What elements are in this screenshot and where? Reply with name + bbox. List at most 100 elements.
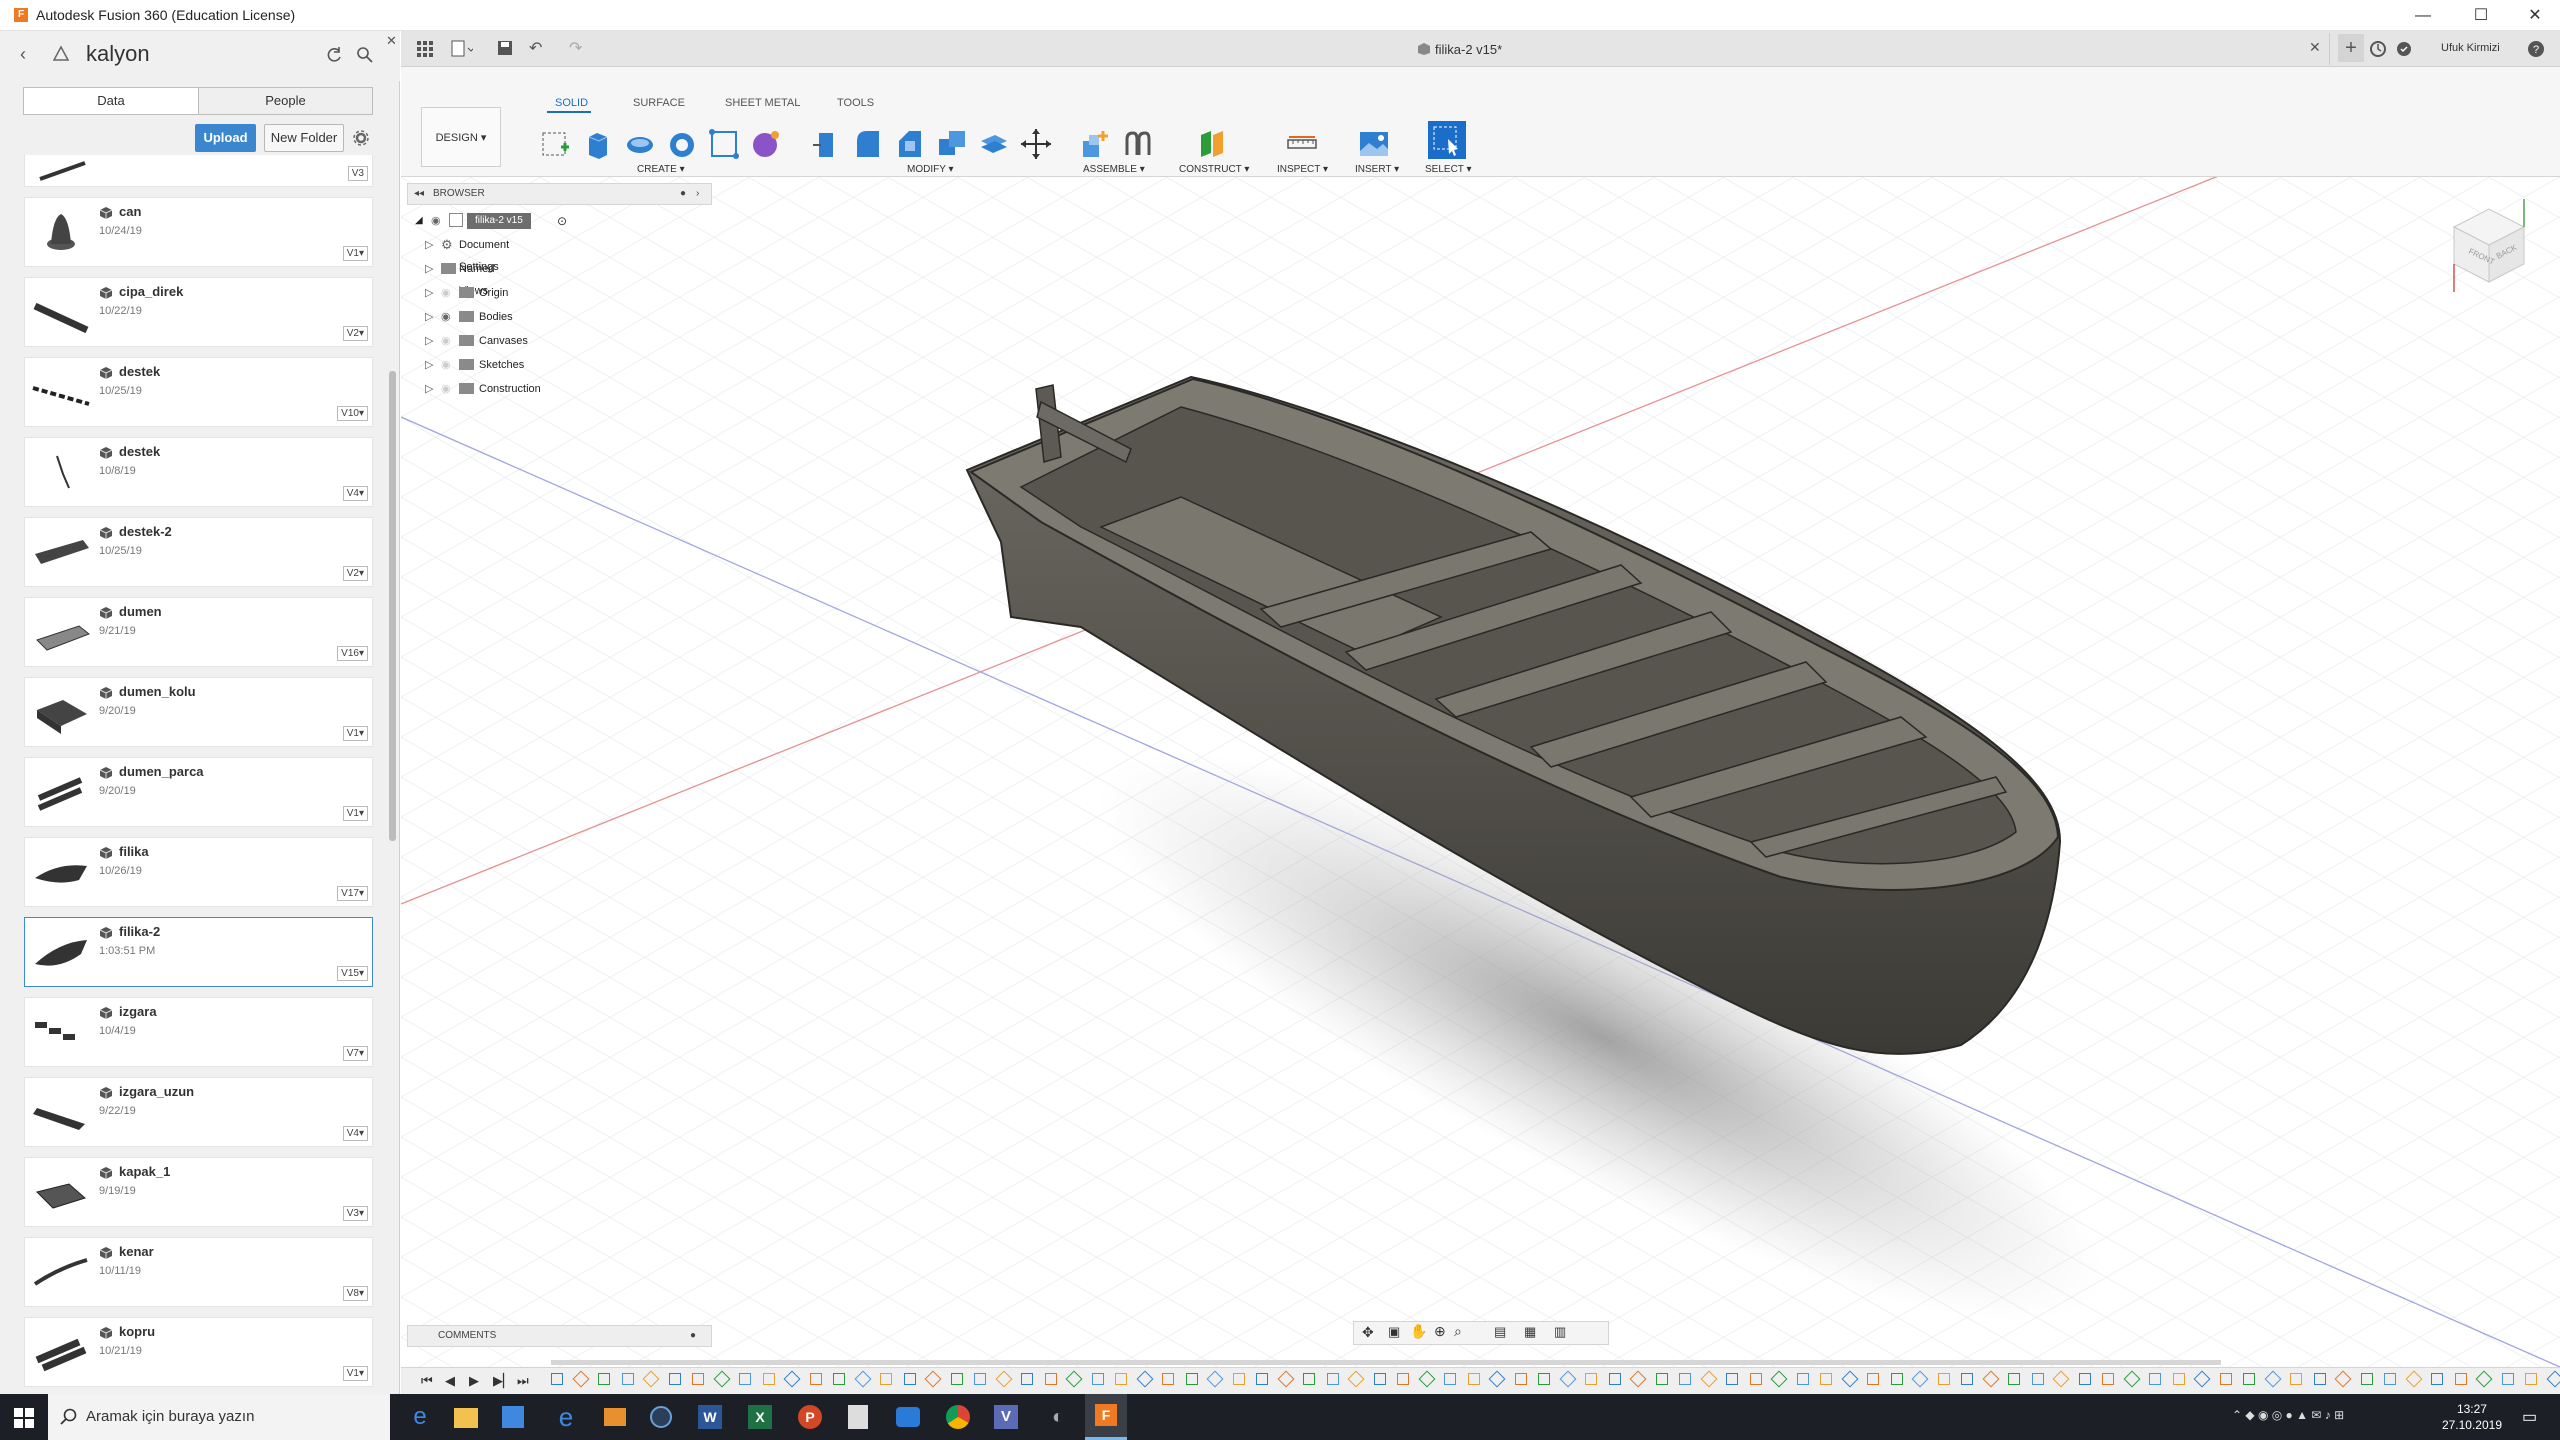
- file-name[interactable]: can: [119, 204, 141, 219]
- timeline-feature-icon[interactable]: [1961, 1373, 1973, 1385]
- tab-data[interactable]: Data: [24, 88, 198, 114]
- expand-triangle-icon[interactable]: ▷: [425, 354, 433, 376]
- timeline-feature-icon[interactable]: [2078, 1373, 2091, 1385]
- timeline-feature-icon[interactable]: [833, 1373, 845, 1385]
- tab-surface[interactable]: SURFACE: [633, 97, 685, 109]
- timeline-forward-icon[interactable]: ▶▏: [493, 1373, 513, 1389]
- timeline-feature-icon[interactable]: [1021, 1373, 1033, 1385]
- file-card-dumen_kolu[interactable]: dumen_kolu 9/20/19 V1▾: [24, 677, 373, 747]
- timeline-feature-icon[interactable]: [1256, 1373, 1268, 1385]
- visibility-eye-icon[interactable]: ◉: [441, 354, 451, 376]
- fillet-icon[interactable]: [851, 127, 885, 161]
- timeline-feature-icon[interactable]: [1303, 1373, 1315, 1385]
- workspace-switcher[interactable]: DESIGN ▾: [421, 107, 501, 167]
- modify-menu[interactable]: MODIFY ▾: [907, 164, 954, 175]
- excel-icon[interactable]: X: [748, 1405, 772, 1429]
- new-component-icon[interactable]: [1079, 127, 1113, 161]
- browser-root-label[interactable]: filika-2 v15: [467, 213, 531, 229]
- version-badge[interactable]: V1▾: [342, 806, 368, 821]
- taskbar-search-box[interactable]: Aramak için buraya yazın: [48, 1394, 390, 1440]
- timeline-feature-icon[interactable]: [1820, 1373, 1832, 1385]
- timeline-feature-icon[interactable]: [1488, 1370, 1506, 1388]
- timeline-end-icon[interactable]: ⏭: [517, 1373, 529, 1389]
- timeline-feature-icon[interactable]: [1232, 1373, 1245, 1385]
- media-icon[interactable]: [604, 1408, 626, 1426]
- word-icon[interactable]: W: [698, 1405, 722, 1429]
- expand-triangle-icon[interactable]: ▷: [425, 378, 433, 400]
- timeline-feature-icon[interactable]: [1559, 1370, 1576, 1388]
- version-badge[interactable]: V7▾: [342, 1046, 368, 1061]
- display-settings-icon[interactable]: ▤: [1494, 1324, 1506, 1340]
- file-card-dumen_parca[interactable]: dumen_parca 9/20/19 V1▾: [24, 757, 373, 827]
- file-card-izgara[interactable]: izgara 10/4/19 V7▾: [24, 997, 373, 1067]
- version-badge[interactable]: V1▾: [342, 246, 368, 261]
- file-name[interactable]: destek: [119, 364, 160, 379]
- mail-icon[interactable]: [896, 1407, 920, 1427]
- ie-icon[interactable]: e: [552, 1403, 580, 1431]
- press-pull-icon[interactable]: [809, 127, 843, 161]
- timeline-feature-icon[interactable]: [1514, 1373, 1527, 1385]
- visio-icon[interactable]: V: [994, 1405, 1018, 1429]
- help-icon[interactable]: ?: [2527, 40, 2545, 58]
- expand-triangle-icon[interactable]: ▷: [425, 234, 433, 256]
- grid-menu-icon[interactable]: [417, 41, 433, 57]
- tab-sheet-metal[interactable]: SHEET METAL: [725, 97, 800, 109]
- file-card-izgara_uzun[interactable]: izgara_uzun 9/22/19 V4▾: [24, 1077, 373, 1147]
- timeline-feature-icon[interactable]: [2008, 1373, 2020, 1385]
- version-badge[interactable]: V17▾: [337, 886, 368, 901]
- tab-solid[interactable]: SOLID: [555, 97, 588, 109]
- new-tab-icon[interactable]: +: [2338, 34, 2364, 62]
- timeline-feature-icon[interactable]: [1655, 1373, 1668, 1385]
- timeline-feature-icon[interactable]: [2243, 1373, 2255, 1385]
- timeline-feature-icon[interactable]: [1841, 1370, 1858, 1388]
- minimize-button[interactable]: —: [2400, 0, 2446, 31]
- sweep-icon[interactable]: [665, 127, 699, 161]
- create-form-icon[interactable]: [749, 127, 783, 161]
- version-badge[interactable]: V15▾: [337, 966, 368, 981]
- timeline-feature-icon[interactable]: [924, 1370, 942, 1388]
- timeline-start-icon[interactable]: ⏮: [421, 1373, 433, 1389]
- version-badge[interactable]: V10▾: [337, 406, 368, 421]
- visibility-eye-icon[interactable]: ◉: [431, 210, 441, 232]
- chamfer-icon[interactable]: [893, 127, 927, 161]
- timeline-feature-icon[interactable]: [2334, 1370, 2352, 1388]
- timeline-feature-icon[interactable]: [2052, 1370, 2070, 1388]
- version-badge[interactable]: V2▾: [342, 566, 368, 581]
- data-panel-scrollbar[interactable]: [389, 371, 396, 841]
- timeline-feature-icon[interactable]: [551, 1373, 563, 1385]
- timeline-feature-icon[interactable]: [2219, 1373, 2232, 1385]
- select-menu[interactable]: SELECT ▾: [1425, 164, 1472, 175]
- timeline-feature-icon[interactable]: [2172, 1373, 2185, 1385]
- timeline-feature-icon[interactable]: [1347, 1370, 1365, 1388]
- file-card-destek[interactable]: destek 10/25/19 V10▾: [24, 357, 373, 427]
- version-badge[interactable]: V1▾: [342, 1366, 368, 1381]
- file-explorer-icon[interactable]: [454, 1408, 478, 1428]
- back-arrow-icon[interactable]: ‹: [20, 44, 26, 65]
- timeline-feature-icon[interactable]: [1770, 1370, 1788, 1388]
- tab-tools[interactable]: TOOLS: [837, 97, 874, 109]
- file-card-kapak_1[interactable]: kapak_1 9/19/19 V3▾: [24, 1157, 373, 1227]
- look-at-icon[interactable]: ▣: [1388, 1324, 1400, 1340]
- visibility-eye-icon[interactable]: ◉: [441, 306, 451, 328]
- timeline-feature-icon[interactable]: [809, 1373, 822, 1385]
- timeline-feature-icon[interactable]: [2313, 1373, 2326, 1385]
- file-name[interactable]: kopru: [119, 1324, 155, 1339]
- timeline-feature-icon[interactable]: [2290, 1373, 2302, 1385]
- notification-center-icon[interactable]: ▭: [2522, 1407, 2537, 1427]
- version-badge[interactable]: V4▾: [342, 1126, 368, 1141]
- timeline-feature-icon[interactable]: [1444, 1373, 1456, 1385]
- save-icon[interactable]: [497, 40, 513, 56]
- timeline-feature-icon[interactable]: [598, 1373, 610, 1385]
- timeline-feature-icon[interactable]: [974, 1373, 986, 1385]
- app-2-icon[interactable]: ◐: [1044, 1403, 1072, 1431]
- timeline-feature-icon[interactable]: [1890, 1373, 1903, 1385]
- visibility-eye-icon[interactable]: ◉: [441, 378, 451, 400]
- file-card-kopru[interactable]: kopru 10/21/19 V1▾: [24, 1317, 373, 1387]
- version-badge[interactable]: V1▾: [342, 726, 368, 741]
- system-tray[interactable]: ⌃ ◆ ◉ ◎ ● ▲ ✉ ♪ ⊞: [2222, 1408, 2422, 1426]
- timeline-feature-icon[interactable]: [1911, 1370, 1929, 1388]
- timeline-feature-icon[interactable]: [2501, 1373, 2514, 1385]
- pin-icon[interactable]: ●: [680, 184, 686, 204]
- timeline-scrollbar[interactable]: [551, 1360, 2221, 1365]
- timeline-feature-icon[interactable]: [2264, 1370, 2281, 1388]
